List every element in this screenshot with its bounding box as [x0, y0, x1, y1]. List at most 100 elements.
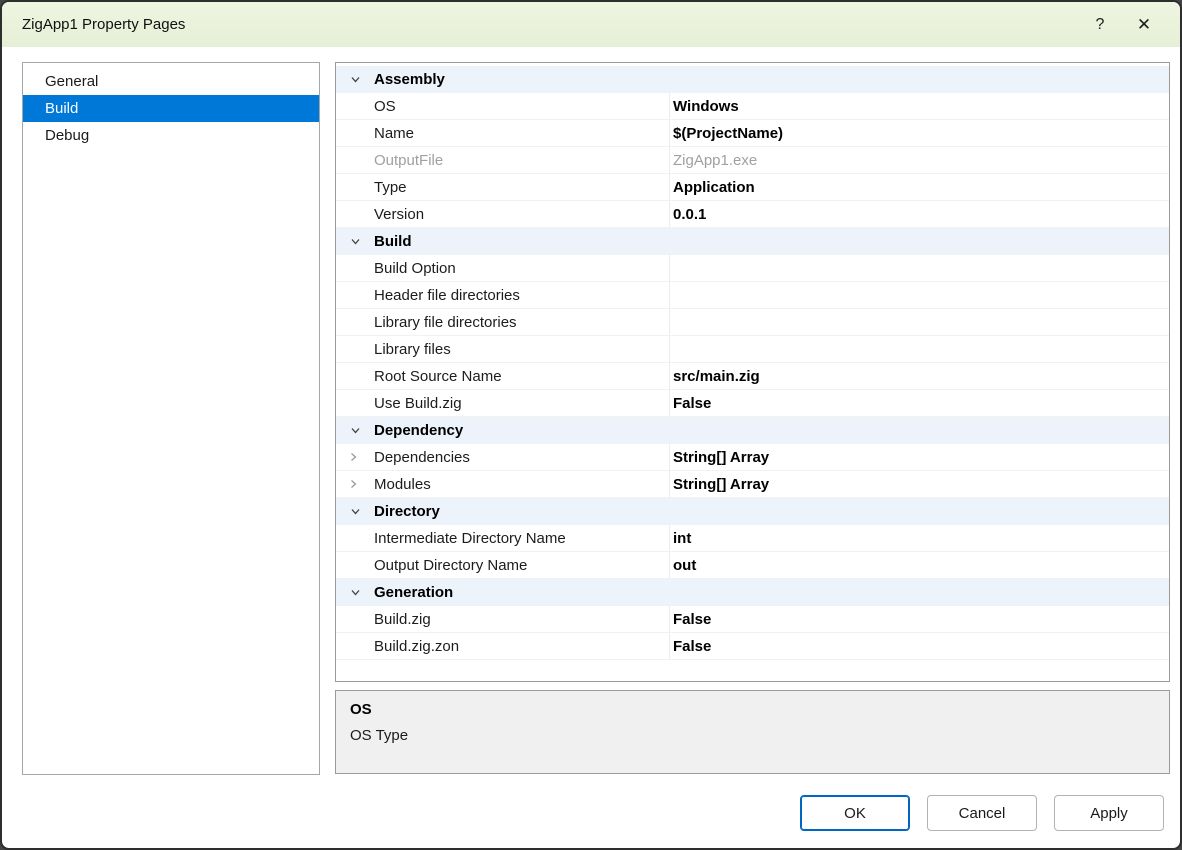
prop-name: Build.zig — [336, 606, 670, 632]
prop-value[interactable] — [670, 336, 1169, 362]
prop-row-root-source-name[interactable]: Root Source Name src/main.zig — [336, 363, 1169, 390]
prop-value[interactable]: Windows — [670, 93, 1169, 119]
prop-row-build-option[interactable]: Build Option — [336, 255, 1169, 282]
prop-row-outputfile[interactable]: OutputFile ZigApp1.exe — [336, 147, 1169, 174]
prop-value[interactable] — [670, 255, 1169, 281]
ok-button[interactable]: OK — [800, 795, 910, 831]
prop-value[interactable] — [670, 309, 1169, 335]
prop-row-version[interactable]: Version 0.0.1 — [336, 201, 1169, 228]
category-label: Dependency — [374, 417, 463, 444]
prop-row-name[interactable]: Name $(ProjectName) — [336, 120, 1169, 147]
chevron-right-icon[interactable] — [348, 479, 359, 490]
prop-row-header-file-directories[interactable]: Header file directories — [336, 282, 1169, 309]
titlebar: ZigApp1 Property Pages ? ✕ — [2, 2, 1180, 47]
prop-name-label: OS — [374, 98, 396, 115]
prop-row-library-file-directories[interactable]: Library file directories — [336, 309, 1169, 336]
prop-name: Header file directories — [336, 282, 670, 308]
category-label: Generation — [374, 579, 453, 606]
prop-row-type[interactable]: Type Application — [336, 174, 1169, 201]
apply-button[interactable]: Apply — [1054, 795, 1164, 831]
prop-name-label: OutputFile — [374, 152, 443, 169]
category-label: Assembly — [374, 66, 445, 93]
prop-value[interactable]: $(ProjectName) — [670, 120, 1169, 146]
prop-value[interactable]: False — [670, 390, 1169, 416]
help-icon[interactable]: ? — [1078, 8, 1122, 42]
prop-name: Intermediate Directory Name — [336, 525, 670, 551]
prop-name-label: Type — [374, 179, 407, 196]
prop-name-label: Name — [374, 125, 414, 142]
prop-value[interactable] — [670, 282, 1169, 308]
prop-name-label: Modules — [374, 476, 431, 493]
sidebar-item-general[interactable]: General — [23, 68, 319, 95]
prop-name-label: Root Source Name — [374, 368, 502, 385]
prop-name: Dependencies — [336, 444, 670, 470]
chevron-right-icon[interactable] — [348, 452, 359, 463]
prop-name: OutputFile — [336, 147, 670, 173]
category-row-directory[interactable]: Directory — [336, 498, 1169, 525]
prop-value[interactable]: False — [670, 606, 1169, 632]
prop-name: OS — [336, 93, 670, 119]
prop-name: Build.zig.zon — [336, 633, 670, 659]
prop-value[interactable]: ZigApp1.exe — [670, 147, 1169, 173]
chevron-down-icon[interactable] — [336, 228, 374, 255]
prop-name-label: Build.zig.zon — [374, 638, 459, 655]
category-label: Directory — [374, 498, 440, 525]
prop-name: Library files — [336, 336, 670, 362]
chevron-down-icon[interactable] — [336, 498, 374, 525]
prop-row-build-zig[interactable]: Build.zig False — [336, 606, 1169, 633]
prop-value[interactable]: src/main.zig — [670, 363, 1169, 389]
sidebar-item-debug[interactable]: Debug — [23, 122, 319, 149]
prop-value[interactable]: False — [670, 633, 1169, 659]
prop-value[interactable]: out — [670, 552, 1169, 578]
prop-row-dependencies[interactable]: Dependencies String[] Array — [336, 444, 1169, 471]
prop-value[interactable]: int — [670, 525, 1169, 551]
cancel-button[interactable]: Cancel — [927, 795, 1037, 831]
prop-name-label: Library file directories — [374, 314, 517, 331]
prop-name-label: Use Build.zig — [374, 395, 462, 412]
prop-row-use-build-zig[interactable]: Use Build.zig False — [336, 390, 1169, 417]
prop-row-library-files[interactable]: Library files — [336, 336, 1169, 363]
prop-value[interactable]: Application — [670, 174, 1169, 200]
category-label: Build — [374, 228, 412, 255]
category-row-assembly[interactable]: Assembly — [336, 66, 1169, 93]
prop-name-label: Version — [374, 206, 424, 223]
prop-name: Library file directories — [336, 309, 670, 335]
prop-row-os[interactable]: OS Windows — [336, 93, 1169, 120]
prop-name: Build Option — [336, 255, 670, 281]
category-row-generation[interactable]: Generation — [336, 579, 1169, 606]
window-title: ZigApp1 Property Pages — [22, 16, 1078, 33]
prop-name: Output Directory Name — [336, 552, 670, 578]
prop-name: Type — [336, 174, 670, 200]
prop-name-label: Dependencies — [374, 449, 470, 466]
chevron-down-icon[interactable] — [336, 66, 374, 93]
description-panel: OS OS Type — [335, 690, 1170, 774]
property-grid: AssemblyOSWindowsName$(ProjectName)Outpu… — [335, 62, 1170, 682]
prop-name-label: Build.zig — [374, 611, 431, 628]
prop-value[interactable]: 0.0.1 — [670, 201, 1169, 227]
prop-name-label: Build Option — [374, 260, 456, 277]
prop-name: Root Source Name — [336, 363, 670, 389]
prop-name-label: Header file directories — [374, 287, 520, 304]
prop-value[interactable]: String[] Array — [670, 471, 1169, 497]
category-row-build[interactable]: Build — [336, 228, 1169, 255]
prop-name: Version — [336, 201, 670, 227]
prop-name: Name — [336, 120, 670, 146]
property-pages-dialog: ZigApp1 Property Pages ? ✕ GeneralBuildD… — [0, 0, 1182, 850]
prop-row-build-zig-zon[interactable]: Build.zig.zon False — [336, 633, 1169, 660]
chevron-down-icon[interactable] — [336, 579, 374, 606]
description-title: OS — [350, 701, 1155, 718]
close-icon[interactable]: ✕ — [1122, 8, 1166, 42]
prop-name-label: Library files — [374, 341, 451, 358]
sidebar-page-list: GeneralBuildDebug — [22, 62, 320, 775]
prop-name: Use Build.zig — [336, 390, 670, 416]
prop-value[interactable]: String[] Array — [670, 444, 1169, 470]
sidebar-item-build[interactable]: Build — [23, 95, 319, 122]
prop-name-label: Intermediate Directory Name — [374, 530, 566, 547]
prop-row-output-directory-name[interactable]: Output Directory Name out — [336, 552, 1169, 579]
prop-name: Modules — [336, 471, 670, 497]
prop-name-label: Output Directory Name — [374, 557, 527, 574]
category-row-dependency[interactable]: Dependency — [336, 417, 1169, 444]
prop-row-intermediate-directory-name[interactable]: Intermediate Directory Name int — [336, 525, 1169, 552]
chevron-down-icon[interactable] — [336, 417, 374, 444]
prop-row-modules[interactable]: Modules String[] Array — [336, 471, 1169, 498]
